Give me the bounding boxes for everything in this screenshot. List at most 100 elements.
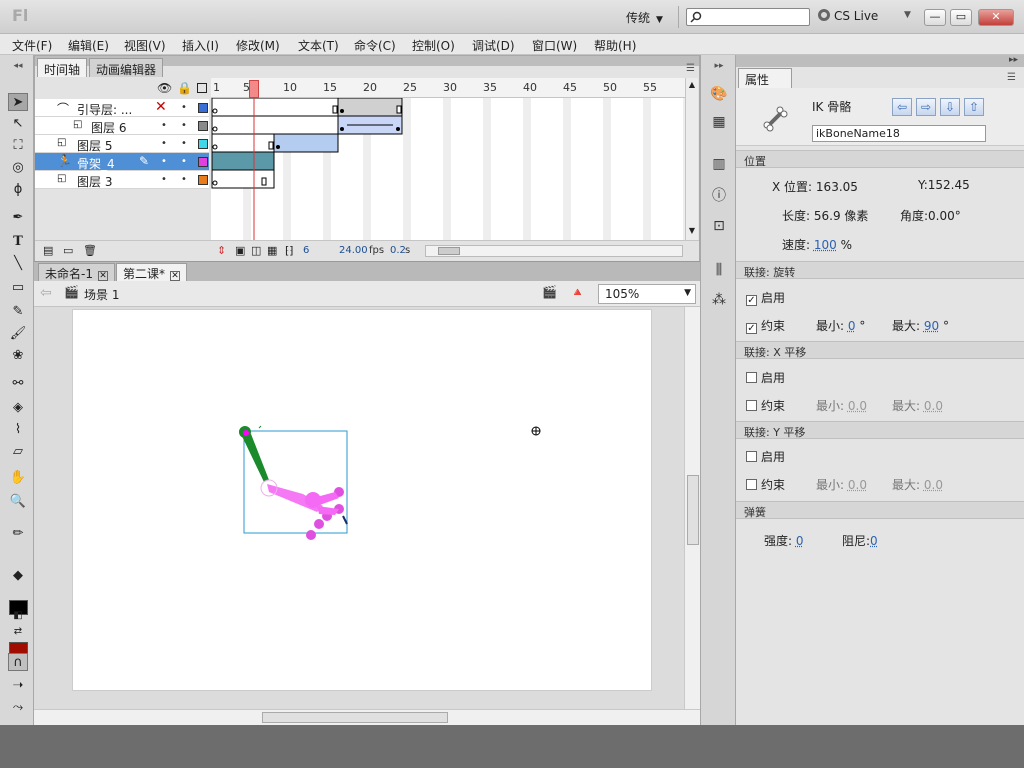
checkbox-unchecked-icon[interactable] [746,400,757,411]
rotation-max-value[interactable]: 90 [924,319,939,333]
pen-tool-icon[interactable]: ✒ [8,209,28,227]
frame-ruler[interactable]: 1 5 10 15 20 25 30 35 40 45 50 55 [211,78,685,98]
minimize-button[interactable]: — [924,9,946,26]
hidden-x-icon[interactable]: ✕ [155,99,167,115]
zoom-tool-icon[interactable]: 🔍 [8,493,28,511]
x-enable-row[interactable]: 启用 [746,369,785,386]
eraser-tool-icon[interactable]: ▱ [8,443,28,461]
layer-color-swatch[interactable] [198,139,208,149]
damping-value[interactable]: 0 [870,534,878,548]
panel-collapse-icon[interactable]: ▸▸ [1009,55,1018,65]
tab-untitled-1[interactable]: 未命名-1 ✕ [38,263,115,281]
layer-color-swatch[interactable] [198,157,208,167]
transform-panel-icon[interactable]: ⊡ [710,217,728,235]
back-arrow-icon[interactable]: ⇦ [40,285,52,301]
current-frame[interactable]: 6 [303,245,309,256]
checkbox-unchecked-icon[interactable] [746,479,757,490]
expand-icon[interactable]: ▸▸ [710,57,728,75]
checkbox-checked-icon[interactable]: ✓ [746,323,757,334]
cs-live-button[interactable]: CS Live [818,9,878,23]
info-panel-icon[interactable]: ⓘ [710,187,728,205]
menu-file[interactable]: 文件(F) [12,37,52,54]
tab-properties[interactable]: 属性 [738,68,792,88]
frame-rate[interactable]: 24.00 [339,245,368,256]
text-tool-icon[interactable]: T [8,233,28,251]
menu-text[interactable]: 文本(T) [298,37,339,54]
menu-window[interactable]: 窗口(W) [532,37,577,54]
rotation-min-value[interactable]: 0 [848,319,856,333]
pencil-tool-icon[interactable]: ✎ [8,303,28,321]
deco-tool-icon[interactable]: ❀ [8,347,28,365]
brush-tool-icon[interactable]: 🖌 [8,325,28,343]
components-panel-icon[interactable]: ⁂ [710,291,728,309]
elapsed-time[interactable]: 0.2 [390,245,406,256]
y-enable-row[interactable]: 启用 [746,448,785,465]
rotation-constrain-row[interactable]: ✓ 约束 [746,317,785,334]
bone-name-input[interactable]: ikBoneName18 [812,125,986,142]
section-joint-x[interactable]: 联接: X 平移 [736,341,1024,359]
eyedropper-tool-icon[interactable]: ⌇ [8,421,28,439]
snap-to-objects-icon[interactable]: ∩ [8,653,28,671]
line-tool-icon[interactable]: ╲ [8,255,28,273]
menu-help[interactable]: 帮助(H) [594,37,636,54]
menu-modify[interactable]: 修改(M) [236,37,280,54]
bone-tool-icon[interactable]: ⚯ [8,375,28,393]
y-constrain-row[interactable]: 约束 [746,476,785,493]
color-panel-icon[interactable]: 🎨 [710,85,728,103]
lock-dot[interactable]: • [181,120,187,131]
timeline-horizontal-scrollbar[interactable] [425,245,683,257]
edit-symbols-icon[interactable]: 🔺 [570,285,585,299]
scroll-thumb[interactable] [262,712,448,723]
playhead-handle[interactable] [249,80,259,98]
strength-value[interactable]: 0 [796,534,804,548]
library-panel-icon[interactable]: ⫼ [710,261,728,279]
visibility-dot[interactable]: • [161,120,167,131]
stage-horizontal-scrollbar[interactable] [34,709,700,725]
onion-skin-icon[interactable]: ▣ [235,244,245,257]
layer-color-swatch[interactable] [198,103,208,113]
hand-tool-icon[interactable]: ✋ [8,469,28,487]
align-panel-icon[interactable]: ▥ [710,155,728,173]
timeline-vertical-scrollbar[interactable]: ▲ ▼ [685,78,698,240]
prev-sibling-button[interactable]: ⇦ [892,98,912,116]
layer-guide[interactable]: ⌒ 引导层: ... ✕ • [35,99,209,117]
parent-bone-button[interactable]: ⇧ [964,98,984,116]
straighten-icon[interactable]: ⤳ [8,699,28,717]
layer-6[interactable]: ◱ 图层 6 • • [35,117,209,135]
outline-icon[interactable] [197,83,207,93]
delete-layer-icon[interactable]: 🗑 [83,244,97,257]
panel-menu-icon[interactable]: ☰ [686,63,695,74]
layer-color-swatch[interactable] [198,121,208,131]
eye-icon[interactable]: 👁 [157,81,172,95]
lasso-tool-icon[interactable]: ϕ [8,181,28,199]
menu-view[interactable]: 视图(V) [124,37,166,54]
rectangle-tool-icon[interactable]: ▭ [8,279,28,297]
stage-vertical-scrollbar[interactable] [684,307,700,709]
lock-dot[interactable]: • [181,102,187,113]
swap-colors-icon[interactable]: ⇄ [8,623,28,641]
checkbox-unchecked-icon[interactable] [746,451,757,462]
menu-commands[interactable]: 命令(C) [354,37,396,54]
visibility-dot[interactable]: • [161,138,167,149]
scroll-thumb[interactable] [438,247,460,255]
stroke-color-icon[interactable]: ✏ [8,525,28,543]
layer-3[interactable]: ◱ 图层 3 • • [35,171,209,189]
fill-color-icon[interactable]: ◆ [8,567,28,585]
section-position[interactable]: 位置 [736,150,1024,168]
layer-armature-4[interactable]: 🏃 骨架_4 ✎ • • [35,153,209,171]
rotation-enable-row[interactable]: ✓ 启用 [746,289,785,306]
new-layer-icon[interactable]: ▤ [43,244,53,257]
3d-rotation-tool-icon[interactable]: ◎ [8,159,28,177]
new-folder-icon[interactable]: ▭ [63,244,73,257]
menu-debug[interactable]: 调试(D) [472,37,515,54]
tab-motion-editor[interactable]: 动画编辑器 [89,58,164,77]
panel-menu-icon[interactable]: ☰ [1007,72,1016,83]
x-constrain-row[interactable]: 约束 [746,397,785,414]
modify-onion-markers-icon[interactable]: ⁅⁆ [285,244,294,257]
menu-insert[interactable]: 插入(I) [182,37,219,54]
edit-scene-icon[interactable]: 🎬 [542,285,557,299]
smooth-icon[interactable]: ➝ [8,677,28,695]
close-button[interactable]: ✕ [978,9,1014,26]
scroll-down-icon[interactable]: ▼ [687,226,697,236]
layer-5[interactable]: ◱ 图层 5 • • [35,135,209,153]
